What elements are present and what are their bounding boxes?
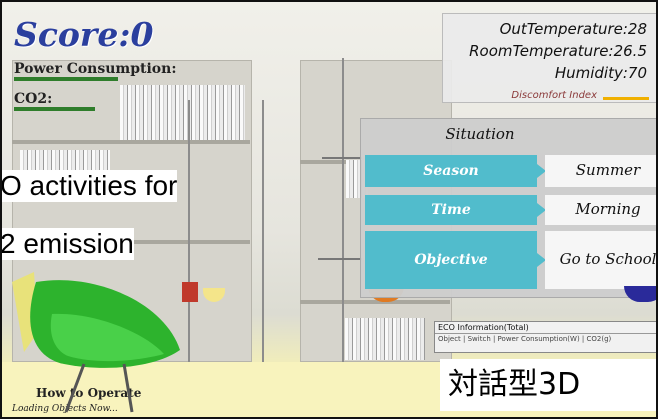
books bbox=[345, 318, 425, 360]
situation-value-season: Summer bbox=[545, 155, 658, 187]
caption-line-1: O activities for bbox=[0, 170, 178, 202]
out-temperature: OutTemperature:28 bbox=[499, 20, 647, 38]
green-chair[interactable] bbox=[4, 272, 184, 418]
blue-object bbox=[624, 286, 658, 302]
shelf-board bbox=[12, 140, 250, 144]
environment-panel: OutTemperature:28 RoomTemperature:26.5 H… bbox=[442, 13, 658, 103]
score-display: Score:0 bbox=[14, 15, 154, 54]
connector-line bbox=[318, 258, 362, 260]
caption-japanese: 対話型3D bbox=[440, 359, 658, 411]
situation-panel: Situation Season Summer Time Morning Obj… bbox=[360, 118, 658, 298]
situation-title: Situation bbox=[445, 125, 515, 143]
power-consumption-meter bbox=[14, 77, 118, 81]
eco-information-panel: ECO Information(Total) Object | Switch |… bbox=[434, 321, 658, 353]
connector-line bbox=[322, 157, 362, 159]
pillar bbox=[342, 58, 344, 362]
humidity: Humidity:70 bbox=[554, 64, 647, 82]
situation-key-time: Time bbox=[365, 195, 546, 225]
pillar bbox=[188, 100, 190, 362]
situation-key-objective: Objective bbox=[365, 231, 546, 289]
room-temperature: RoomTemperature:26.5 bbox=[469, 42, 647, 60]
co2-meter bbox=[14, 107, 95, 111]
discomfort-index-bar bbox=[602, 97, 649, 100]
situation-value-time: Morning bbox=[545, 195, 658, 225]
situation-value-objective: Go to School bbox=[545, 231, 658, 289]
hud-status: Score:0 Power Consumption: CO2: bbox=[14, 18, 244, 111]
eco-information-title: ECO Information(Total) bbox=[435, 322, 658, 334]
discomfort-index-label: Discomfort Index bbox=[511, 90, 597, 101]
power-consumption-label: Power Consumption: bbox=[14, 61, 177, 77]
pillar bbox=[262, 100, 264, 362]
co2-label: CO2: bbox=[14, 91, 53, 107]
situation-key-season: Season bbox=[365, 155, 546, 187]
eco-information-header: Object | Switch | Power Consumption(W) |… bbox=[438, 335, 612, 343]
red-books bbox=[182, 282, 198, 302]
caption-line-2: 2 emission bbox=[0, 228, 134, 260]
shelf-board bbox=[300, 300, 450, 304]
